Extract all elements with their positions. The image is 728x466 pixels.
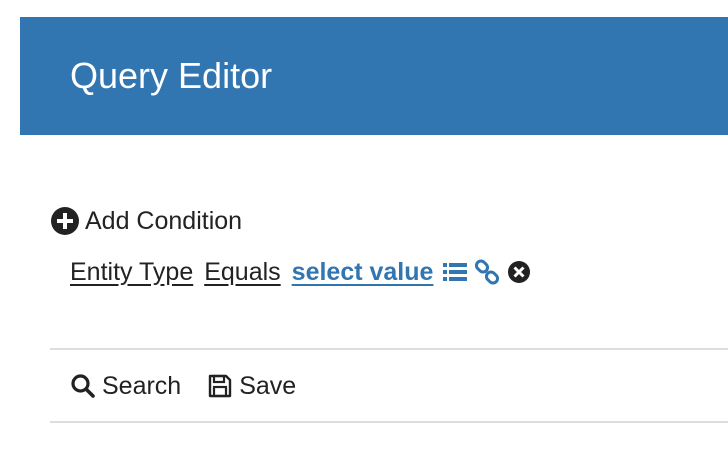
divider-top [50,348,728,350]
page-title: Query Editor [70,55,273,96]
header-bar: Query Editor [20,17,728,135]
toolbar: Search Save [70,368,322,404]
condition-row: Entity Type Equals select value [70,255,538,289]
condition-field-link[interactable]: Entity Type [70,258,193,287]
add-condition-button[interactable]: Add Condition [50,205,242,237]
save-label: Save [239,371,297,400]
list-icon[interactable] [442,259,468,285]
search-label: Search [102,371,182,400]
search-button[interactable]: Search [70,372,181,401]
add-condition-label: Add Condition [85,206,243,235]
remove-icon[interactable] [506,259,532,285]
divider-bottom [50,421,728,423]
save-icon [209,374,232,398]
search-icon [71,374,95,398]
condition-operator-link[interactable]: Equals [204,258,280,287]
condition-value-link[interactable]: select value [292,258,434,287]
plus-circle-icon [51,207,79,235]
link-icon[interactable] [474,259,500,285]
save-button[interactable]: Save [207,372,296,401]
